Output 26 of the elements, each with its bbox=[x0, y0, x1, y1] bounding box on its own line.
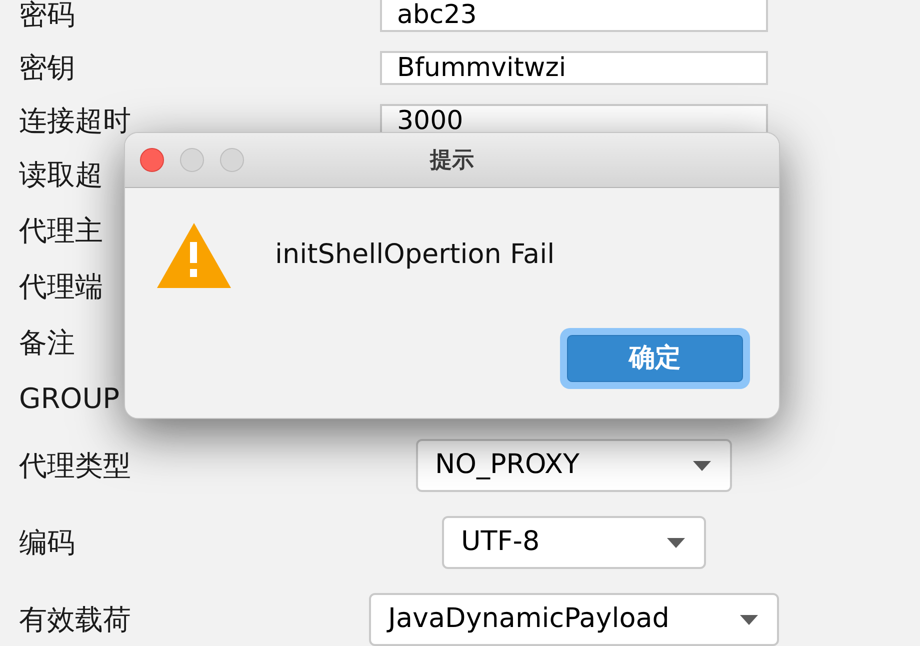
field-label: 读取超 bbox=[19, 161, 103, 189]
field-label: 编码 bbox=[19, 528, 75, 556]
field-label: 备注 bbox=[19, 329, 75, 357]
dialog-message: initShellOpertion Fail bbox=[275, 238, 555, 272]
caret-icon bbox=[740, 614, 758, 624]
field-label: GROUP bbox=[19, 385, 120, 413]
field-label: 代理端 bbox=[19, 273, 103, 301]
field-label: 代理主 bbox=[19, 217, 103, 245]
warning-icon bbox=[157, 223, 231, 288]
caret-icon bbox=[693, 460, 711, 470]
dropdown[interactable]: UTF-8 bbox=[442, 516, 706, 569]
field-label: 连接超时 bbox=[19, 106, 131, 134]
dropdown[interactable]: JavaDynamicPayload bbox=[369, 593, 779, 646]
dropdown[interactable]: NO_PROXY bbox=[416, 439, 732, 492]
caret-icon bbox=[667, 538, 685, 548]
ok-button[interactable]: 确定 bbox=[560, 328, 750, 389]
field-label: 密钥 bbox=[19, 54, 75, 82]
field-label: 密码 bbox=[19, 0, 75, 28]
close-button[interactable] bbox=[140, 148, 164, 172]
field-label: 有效载荷 bbox=[19, 606, 131, 634]
field-label: 代理类型 bbox=[19, 452, 131, 480]
text-field[interactable]: abc23 bbox=[380, 0, 768, 32]
text-field[interactable]: Bfummvitwzi bbox=[380, 50, 768, 84]
minimize-button[interactable] bbox=[180, 148, 204, 172]
dialog-title: 提示 bbox=[430, 146, 474, 174]
zoom-button[interactable] bbox=[220, 148, 244, 172]
